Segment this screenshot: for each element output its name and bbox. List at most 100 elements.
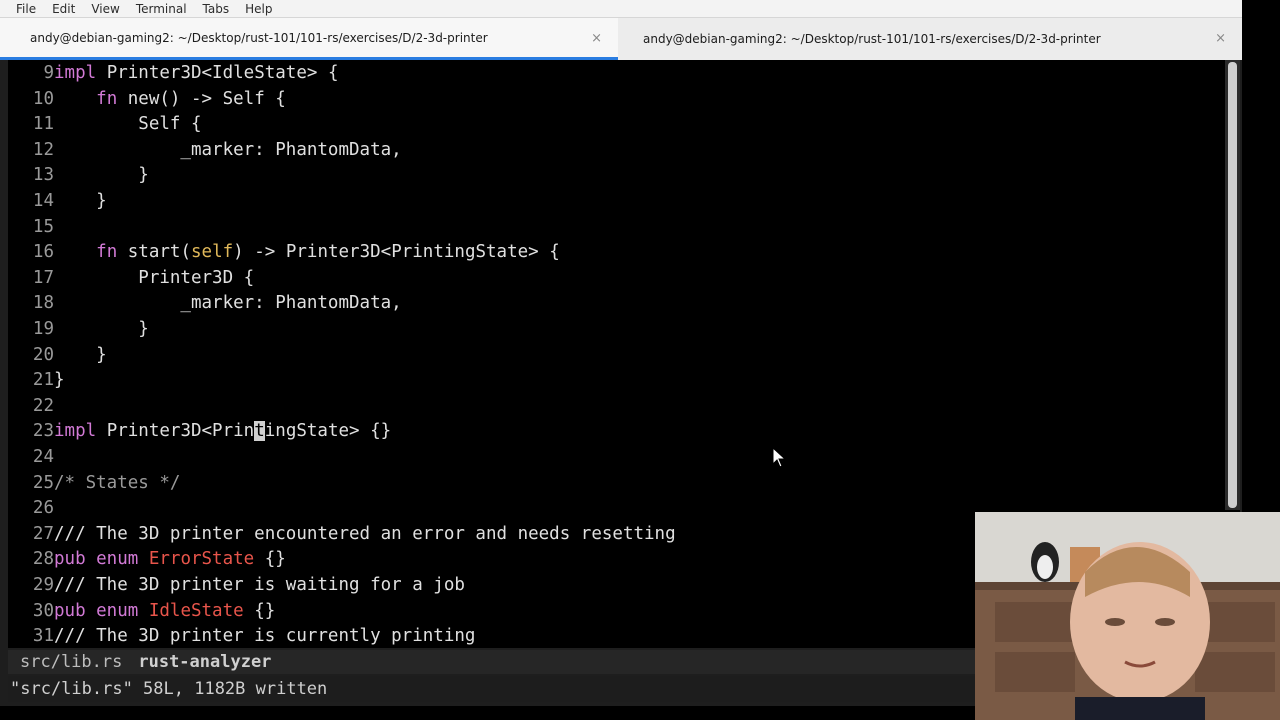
code-text: } xyxy=(54,165,149,185)
code-line[interactable]: 13 } xyxy=(8,163,951,189)
code-line[interactable]: 27/// The 3D printer encountered an erro… xyxy=(8,522,951,548)
code-line[interactable]: 11 Self { xyxy=(8,112,951,138)
code-line[interactable]: 30pub enum IdleState {} xyxy=(8,599,951,625)
code-token: } xyxy=(54,344,107,365)
menu-file[interactable]: File xyxy=(0,0,44,18)
code-line[interactable]: 21} xyxy=(8,368,951,394)
code-token: new() -> Self { xyxy=(117,88,286,109)
tab-2-close-icon[interactable]: × xyxy=(1215,31,1226,46)
code-line[interactable]: 17 Printer3D { xyxy=(8,266,951,292)
code-token: pub enum xyxy=(54,600,139,621)
menu-bar: File Edit View Terminal Tabs Help xyxy=(0,0,1242,18)
menu-terminal[interactable]: Terminal xyxy=(128,0,195,18)
line-number: 9 xyxy=(43,63,54,83)
code-text: /// The 3D printer is currently printing xyxy=(54,626,475,646)
line-number: 17 xyxy=(32,267,54,288)
line-number: 15 xyxy=(32,216,54,237)
status-line: src/lib.rs rust-analyzer xyxy=(8,650,975,674)
code-text: pub enum ErrorState {} xyxy=(54,549,286,569)
code-line[interactable]: 12 _marker: PhantomData, xyxy=(8,138,951,164)
tab-bar: andy@debian-gaming2: ~/Desktop/rust-101/… xyxy=(0,18,1242,60)
mouse-pointer-icon xyxy=(772,447,787,468)
code-line[interactable]: 28pub enum ErrorState {} xyxy=(8,547,951,573)
code-line[interactable]: 18 _marker: PhantomData, xyxy=(8,291,951,317)
code-line[interactable]: 31/// The 3D printer is currently printi… xyxy=(8,624,951,648)
code-token: /// The 3D printer is currently printing xyxy=(54,626,476,647)
code-line[interactable]: 29/// The 3D printer is waiting for a jo… xyxy=(8,573,951,599)
code-text: } xyxy=(54,370,65,390)
scrollbar[interactable] xyxy=(1225,60,1240,510)
code-token: _marker: PhantomData, xyxy=(54,139,402,160)
code-line[interactable]: 20 } xyxy=(8,343,951,369)
line-number: 19 xyxy=(32,319,54,339)
code-text: pub enum IdleState {} xyxy=(54,601,275,621)
code-token: ingState> {} xyxy=(264,421,392,442)
line-number: 22 xyxy=(32,395,54,416)
line-number: 26 xyxy=(32,498,54,519)
line-number: 21 xyxy=(32,370,54,391)
code-token: pub enum xyxy=(54,549,139,570)
code-token: } xyxy=(54,165,149,186)
code-buffer[interactable]: 9impl Printer3D<IdleState> {10 fn new() … xyxy=(8,60,951,648)
code-token: /// The 3D printer encountered an error … xyxy=(54,523,676,544)
code-token: Printer3D<IdleState> { xyxy=(96,63,339,83)
code-line[interactable]: 25/* States */ xyxy=(8,471,951,497)
menu-tabs[interactable]: Tabs xyxy=(195,0,238,18)
code-line[interactable]: 23impl Printer3D<PrintingState> {} xyxy=(8,419,951,445)
line-number: 11 xyxy=(32,114,54,135)
code-line[interactable]: 22 xyxy=(8,394,951,420)
line-number: 28 xyxy=(32,549,54,570)
code-line[interactable]: 14 } xyxy=(8,189,951,215)
line-number: 14 xyxy=(32,191,54,211)
code-token: impl xyxy=(54,421,97,442)
code-token: impl xyxy=(54,63,97,83)
code-token: IdleState xyxy=(148,600,244,621)
code-line[interactable]: 10 fn new() -> Self { xyxy=(8,87,951,113)
menu-edit[interactable]: Edit xyxy=(44,0,83,18)
line-number: 12 xyxy=(32,139,54,160)
code-token: {} xyxy=(254,549,286,570)
code-line[interactable]: 16 fn start(self) -> Printer3D<PrintingS… xyxy=(8,240,951,266)
code-line[interactable]: 9impl Printer3D<IdleState> { xyxy=(8,61,951,87)
code-line[interactable]: 24 xyxy=(8,445,951,471)
code-token: _marker: PhantomData, xyxy=(54,293,402,314)
menu-view[interactable]: View xyxy=(83,0,127,18)
code-token: ErrorState xyxy=(148,549,255,570)
code-token: } xyxy=(54,191,107,211)
webcam-image xyxy=(975,512,1280,720)
code-text: fn start(self) -> Printer3D<PrintingStat… xyxy=(54,242,560,262)
code-line[interactable]: 15 xyxy=(8,215,951,241)
text-cursor: t xyxy=(254,421,265,442)
code-token: Self { xyxy=(54,114,202,135)
code-line[interactable]: 19 } xyxy=(8,317,951,343)
line-number: 20 xyxy=(32,344,54,365)
code-token: fn xyxy=(96,242,118,263)
line-number: 27 xyxy=(32,523,54,544)
scrollbar-thumb[interactable] xyxy=(1228,62,1237,508)
code-token: start( xyxy=(117,242,191,263)
code-text: Printer3D { xyxy=(54,268,254,288)
webcam-overlay xyxy=(975,512,1280,720)
code-text: /// The 3D printer encountered an error … xyxy=(54,524,676,544)
tab-1[interactable]: andy@debian-gaming2: ~/Desktop/rust-101/… xyxy=(0,18,618,60)
line-number: 13 xyxy=(32,165,54,186)
code-line[interactable]: 26 xyxy=(8,496,951,522)
tab-1-title: andy@debian-gaming2: ~/Desktop/rust-101/… xyxy=(30,30,488,45)
code-text: } xyxy=(54,319,149,339)
command-line[interactable]: "src/lib.rs" 58L, 1182B written xyxy=(8,676,975,702)
code-token: ) -> Printer3D<PrintingState> { xyxy=(233,242,560,263)
menu-help[interactable]: Help xyxy=(237,0,280,18)
tab-2[interactable]: andy@debian-gaming2: ~/Desktop/rust-101/… xyxy=(618,18,1242,60)
code-text: /* States */ xyxy=(54,473,180,493)
code-token: self xyxy=(191,242,234,263)
line-number: 16 xyxy=(32,242,54,263)
line-number: 24 xyxy=(32,447,54,467)
tab-1-close-icon[interactable]: × xyxy=(591,31,602,46)
line-number: 29 xyxy=(32,575,54,595)
line-number: 18 xyxy=(32,293,54,314)
code-text: /// The 3D printer is waiting for a job xyxy=(54,575,465,595)
